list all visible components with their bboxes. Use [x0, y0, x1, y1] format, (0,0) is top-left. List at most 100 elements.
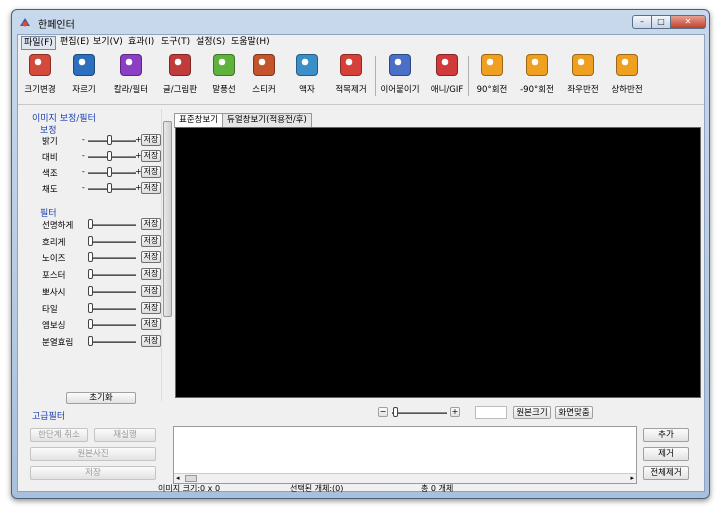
correction-slider-thumb[interactable] [107, 167, 112, 177]
correction-label: 채도 [42, 185, 58, 195]
menu-settings[interactable]: 설정(S) [194, 36, 227, 48]
minus-label: - [82, 135, 85, 144]
close-button[interactable]: ✕ [670, 15, 706, 29]
filter-label: 흐리게 [42, 237, 66, 248]
zoom-value-field[interactable] [475, 406, 507, 419]
scroll-right-arrow-icon[interactable]: ▸ [630, 474, 634, 482]
menu-tools[interactable]: 도구(T) [159, 36, 192, 48]
minus-label: - [82, 151, 85, 160]
correction-label: 대비 [42, 153, 58, 163]
tool-color-filter[interactable]: 칼라/필터 [106, 50, 156, 104]
tool-flip-vertical[interactable]: 상하반전 [604, 50, 650, 104]
filter-save-button[interactable]: 저장 [141, 251, 161, 264]
gif-icon [436, 54, 458, 76]
filter-label: 뽀사시 [42, 287, 66, 298]
tool-merge[interactable]: 이어붙이기 [376, 50, 424, 104]
correction-slider-thumb[interactable] [107, 151, 112, 161]
reset-button[interactable]: 초기화 [66, 392, 136, 404]
correction-slider-track[interactable] [88, 156, 136, 158]
save-button[interactable]: 저장 [30, 466, 156, 480]
filter-save-button[interactable]: 저장 [141, 284, 161, 297]
filter-slider-track[interactable] [88, 324, 136, 327]
filter-save-button[interactable]: 저장 [141, 334, 161, 347]
menu-effect[interactable]: 효과(I) [126, 36, 156, 48]
zoom-out-button[interactable]: − [378, 407, 388, 417]
filter-slider-thumb[interactable] [88, 235, 93, 246]
original-photo-button[interactable]: 원본사진 [30, 447, 156, 461]
filter-slider-track[interactable] [88, 240, 136, 243]
scrollbar-thumb[interactable] [163, 121, 172, 317]
menu-bar: 파일(F) 편집(E) 보기(V) 효과(I) 도구(T) 설정(S) 도움말(… [18, 35, 704, 50]
correction-slider-thumb[interactable] [107, 183, 112, 193]
filter-save-button[interactable]: 저장 [141, 234, 161, 247]
tool-crop[interactable]: 자르기 [64, 50, 104, 104]
filter-label: 포스터 [42, 271, 66, 282]
original-size-button[interactable]: 원본크기 [513, 406, 551, 419]
filter-slider-thumb[interactable] [88, 302, 93, 313]
correction-save-button[interactable]: 저장 [141, 182, 161, 194]
correction-slider-thumb[interactable] [107, 135, 112, 145]
filter-slider-track[interactable] [88, 340, 136, 343]
tab-dual-view[interactable]: 듀얼창보기(적용전/후) [222, 113, 312, 127]
object-list[interactable]: ◂ ▸ [173, 426, 637, 484]
tool-frame[interactable]: 액자 [290, 50, 324, 104]
panel-scrollbar[interactable] [161, 109, 173, 401]
tool-sticker[interactable]: 스티커 [244, 50, 284, 104]
zoom-slider-thumb[interactable] [393, 407, 398, 417]
filter-slider-track[interactable] [88, 290, 136, 293]
tool-resize[interactable]: 크기변경 [20, 50, 60, 104]
redo-button[interactable]: 재실행 [94, 428, 156, 442]
menu-edit[interactable]: 편집(E) [58, 36, 91, 48]
filter-save-button[interactable]: 저장 [141, 318, 161, 331]
minimize-button[interactable]: – [632, 15, 652, 29]
filter-slider-thumb[interactable] [88, 252, 93, 263]
filter-slider-thumb[interactable] [88, 269, 93, 280]
frame-icon [296, 54, 318, 76]
tool-speech-bubble[interactable]: 말풍선 [204, 50, 244, 104]
filter-save-button[interactable]: 저장 [141, 268, 161, 281]
filter-slider-track[interactable] [88, 307, 136, 310]
filter-slider-thumb[interactable] [88, 219, 93, 229]
tool-text-paint[interactable]: 글/그림판 [156, 50, 204, 104]
correction-save-button[interactable]: 저장 [141, 134, 161, 146]
fit-screen-button[interactable]: 화면맞춤 [555, 406, 593, 419]
menu-help[interactable]: 도움말(H) [229, 36, 272, 48]
filter-title: 필터 [40, 209, 57, 219]
title-bar[interactable]: 한페인터 – □ ✕ [12, 10, 709, 34]
add-button[interactable]: 추가 [643, 428, 689, 442]
tool-gif[interactable]: 애니/GIF [424, 50, 470, 104]
scrollbar-thumb[interactable] [185, 475, 197, 482]
tool-label: -90°회전 [520, 85, 554, 95]
zoom-in-button[interactable]: + [450, 407, 460, 417]
filter-slider-track[interactable] [88, 224, 136, 226]
correction-slider-track[interactable] [88, 140, 136, 142]
correction-slider-track[interactable] [88, 188, 136, 190]
filter-slider-thumb[interactable] [88, 285, 93, 296]
image-canvas[interactable] [175, 127, 701, 398]
correction-label: 밝기 [42, 137, 58, 147]
maximize-button[interactable]: □ [651, 15, 671, 29]
tool-flip-horizontal[interactable]: 좌우반전 [560, 50, 606, 104]
correction-save-button[interactable]: 저장 [141, 166, 161, 178]
tool-rotate-cw[interactable]: 90°회전 [470, 50, 514, 104]
tool-red-eye[interactable]: 적목제거 [328, 50, 374, 104]
menu-view[interactable]: 보기(V) [91, 36, 125, 48]
scroll-left-arrow-icon[interactable]: ◂ [176, 474, 180, 482]
menu-file[interactable]: 파일(F) [21, 36, 56, 50]
tool-rotate-ccw[interactable]: -90°회전 [514, 50, 560, 104]
remove-all-button[interactable]: 전체제거 [643, 466, 689, 480]
zoom-slider-track[interactable] [392, 412, 447, 414]
filter-slider-track[interactable] [88, 257, 136, 260]
filter-save-button[interactable]: 저장 [141, 218, 161, 230]
list-horizontal-scrollbar[interactable]: ◂ ▸ [174, 473, 636, 483]
filter-save-button[interactable]: 저장 [141, 301, 161, 314]
correction-save-button[interactable]: 저장 [141, 150, 161, 162]
sticker-icon [253, 54, 275, 76]
undo-button[interactable]: 한단계 취소 [30, 428, 88, 442]
tab-standard-view[interactable]: 표준창보기 [174, 113, 224, 128]
filter-slider-track[interactable] [88, 274, 136, 277]
filter-slider-thumb[interactable] [88, 335, 93, 346]
filter-slider-thumb[interactable] [88, 319, 93, 330]
correction-slider-track[interactable] [88, 172, 136, 174]
remove-button[interactable]: 제거 [643, 447, 689, 461]
